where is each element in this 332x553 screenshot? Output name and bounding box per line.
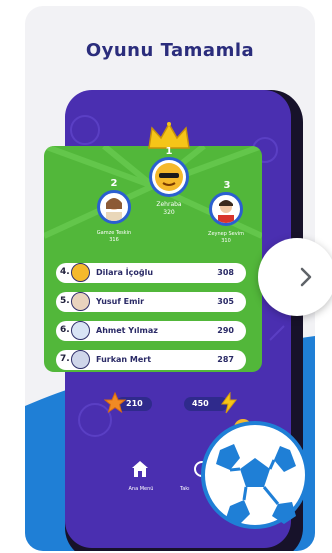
page-title: Oyunu Tamamla [85,40,255,61]
row-score: 287 [217,355,234,364]
row-score: 308 [217,268,234,277]
avatar [71,292,90,311]
podium-third-score: 310 [221,238,231,244]
home-icon[interactable] [131,460,149,478]
leaderboard-row[interactable]: 4. Dilara İçoğlu 308 [56,263,246,283]
row-name: Ahmet Yılmaz [96,326,158,335]
avatar [71,350,90,369]
podium-second-score: 316 [109,237,119,243]
star-icon [104,392,126,414]
row-rank: 6. [60,325,70,335]
row-rank: 5. [60,296,70,306]
bolt-icon [221,392,238,414]
row-score: 290 [217,326,234,335]
avatar [71,263,90,282]
nav-home-label[interactable]: Ana Menü [121,486,161,492]
avatar [71,321,90,340]
energy-value: 450 [192,399,209,408]
podium-third-rank: 3 [223,180,231,191]
podium-second-name: Gamze Teskin [96,230,132,236]
row-name: Dilara İçoğlu [96,268,154,277]
row-name: Yusuf Emir [96,297,145,306]
next-screenshot-button[interactable] [258,238,332,316]
row-rank: 7. [60,354,70,364]
row-name: Furkan Mert [96,355,152,364]
podium-second-rank: 2 [110,178,118,189]
podium-first-score: 320 [163,209,175,216]
leaderboard-row[interactable]: 5. Yusuf Emir 305 [56,292,246,312]
podium-first-name: Zehraba [156,201,182,208]
row-score: 305 [217,297,234,306]
avatar-third [209,192,243,226]
leaderboard-row[interactable]: 7. Furkan Mert 287 [56,350,246,370]
chevron-right-icon [300,267,312,287]
podium-third-name: Zeynep Sevim [208,231,244,237]
avatar-second [97,190,131,224]
soccer-ball-icon [201,421,309,529]
row-rank: 4. [60,267,70,277]
avatar-first [149,157,189,197]
leaderboard-row[interactable]: 6. Ahmet Yılmaz 290 [56,321,246,341]
podium-first-rank: 1 [165,146,173,157]
stars-value: 210 [126,399,143,408]
